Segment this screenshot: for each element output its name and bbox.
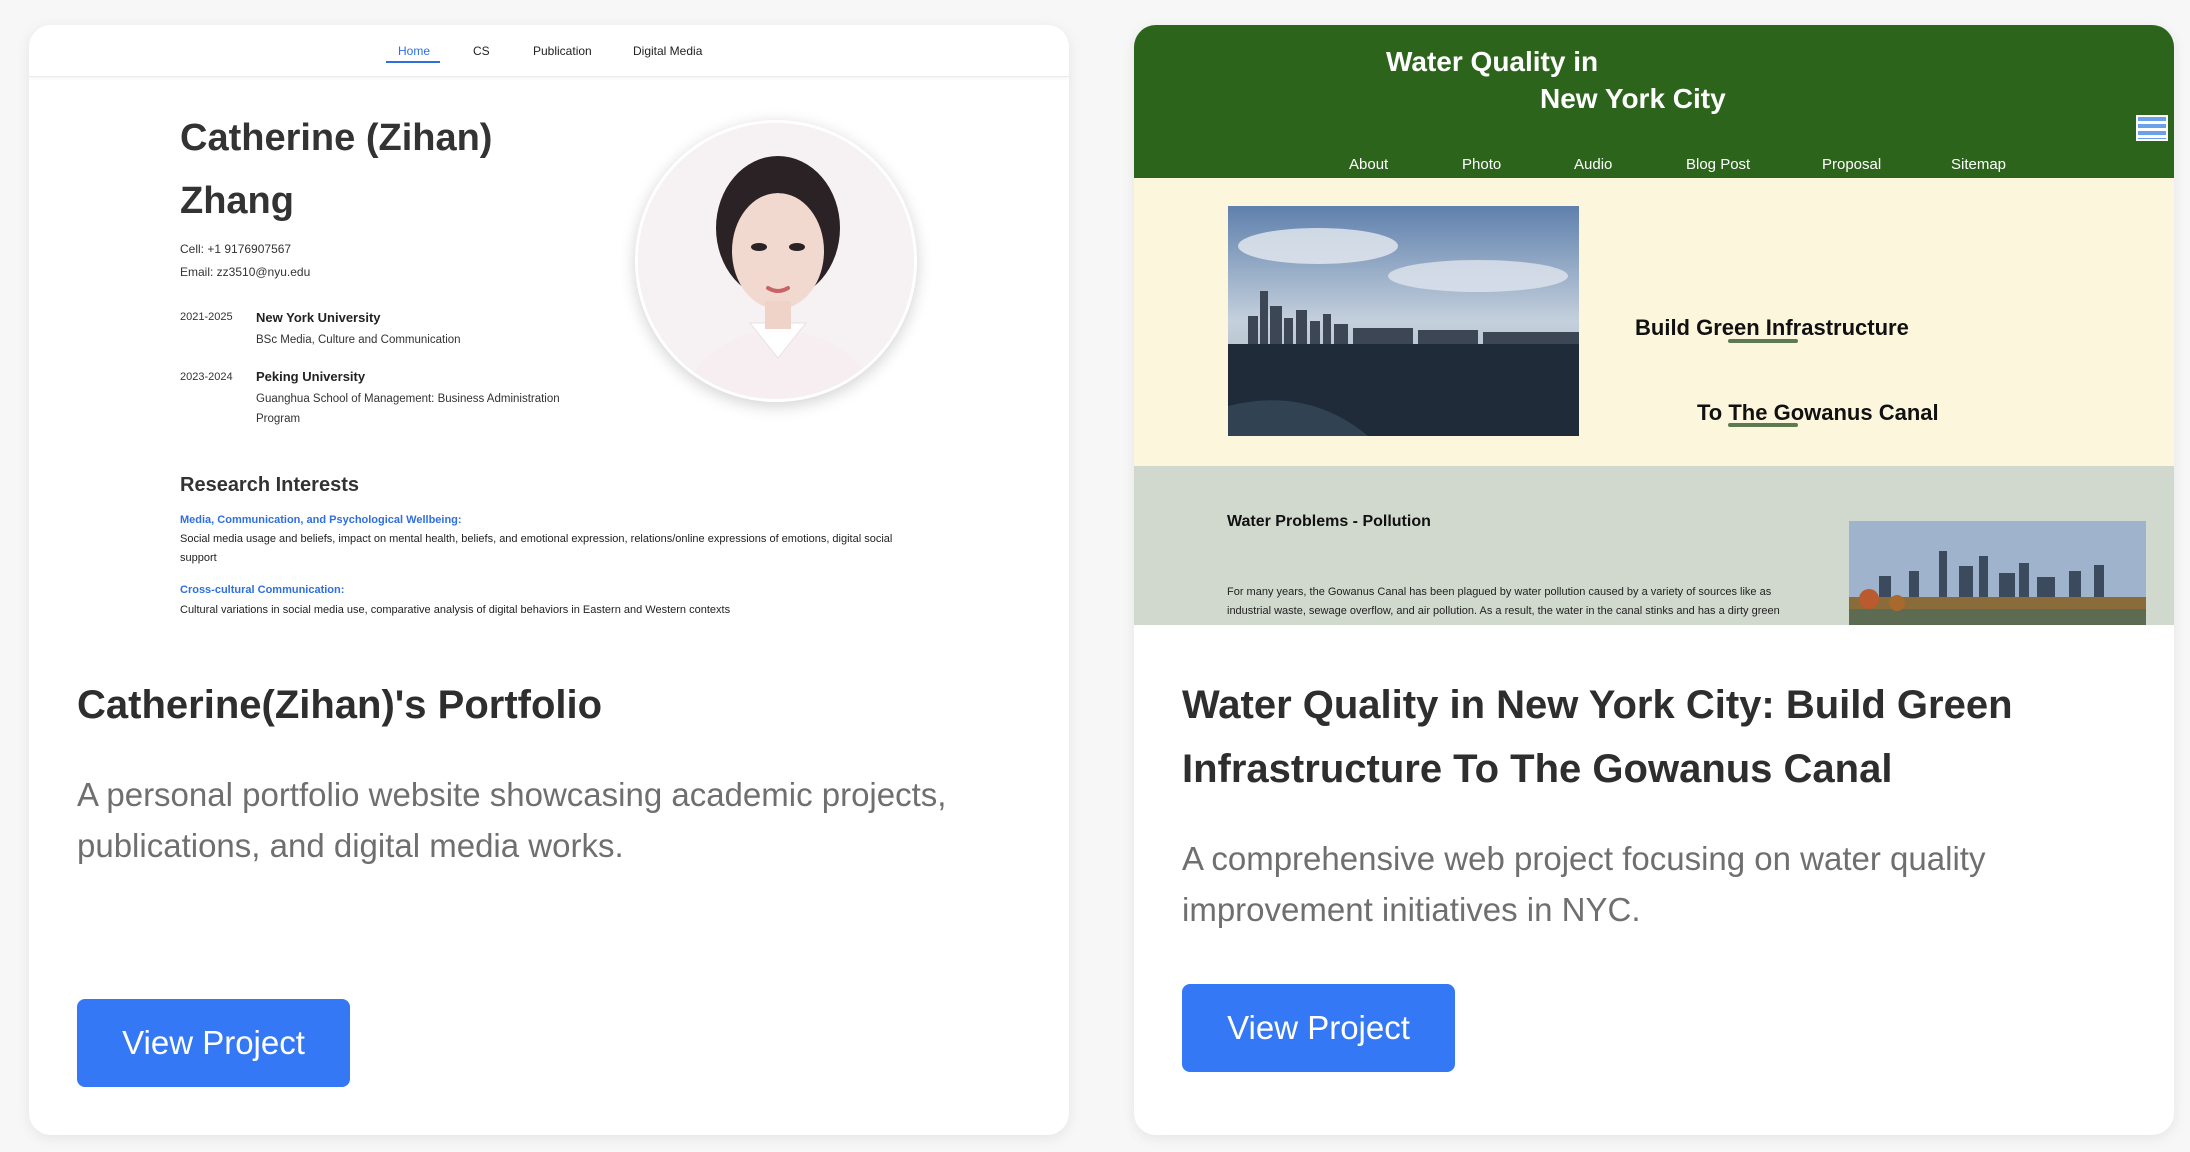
water-quality-preview-image: Water Quality in New York City About Pho… xyxy=(1134,25,2174,625)
hamburger-menu-icon xyxy=(2136,115,2168,141)
preview-header: Water Quality in New York City About Pho… xyxy=(1134,25,2174,178)
preview-interest-text: Social media usage and beliefs, impact o… xyxy=(180,533,893,545)
preview-nav: Home CS Publication Digital Media xyxy=(29,25,1069,77)
preview-site-title-line1: Water Quality in xyxy=(1386,46,1599,77)
preview-edu-detail: BSc Media, Culture and Communication xyxy=(256,334,461,346)
preview-interest-label: Media, Communication, and Psychological … xyxy=(180,514,462,526)
preview-interest-label: Cross-cultural Communication: xyxy=(180,584,345,596)
preview-nav-digital-media: Digital Media xyxy=(633,44,703,58)
preview-pollution-text-cont: industrial waste, sewage overflow, and a… xyxy=(1227,605,1780,617)
preview-nav-home: Home xyxy=(398,44,431,58)
project-title: Catherine(Zihan)'s Portfolio xyxy=(77,683,603,727)
canal-skyline-photo xyxy=(1849,521,2146,625)
project-card-portfolio: Home CS Publication Digital Media Cather… xyxy=(29,25,1069,1135)
portfolio-preview-image: Home CS Publication Digital Media Cather… xyxy=(29,25,1069,625)
project-description: A comprehensive web project focusing on … xyxy=(1182,840,1986,928)
preview-edu-years: 2023-2024 xyxy=(180,371,233,383)
profile-photo xyxy=(635,120,917,402)
view-project-button[interactable]: View Project xyxy=(77,999,350,1087)
preview-interest-text-cont: support xyxy=(180,552,217,564)
preview-nav-about: About xyxy=(1349,156,1389,173)
preview-edu-school: Peking University xyxy=(256,369,366,384)
preview-hero-heading-line1: Build Green Infrastructure xyxy=(1635,315,1909,340)
preview-edu-years: 2021-2025 xyxy=(180,311,233,323)
preview-nav-audio: Audio xyxy=(1574,156,1613,173)
hero-underline-2 xyxy=(1728,423,1798,427)
preview-nav-photo: Photo xyxy=(1462,156,1502,173)
hero-underline-1 xyxy=(1728,339,1798,343)
project-card-water-quality: Water Quality in New York City About Pho… xyxy=(1134,25,2174,1135)
preview-interest-text: Cultural variations in social media use,… xyxy=(180,604,731,616)
preview-pollution-text: For many years, the Gowanus Canal has be… xyxy=(1227,586,1772,598)
preview-nav-publication: Publication xyxy=(533,44,592,58)
preview-site-title-line2: New York City xyxy=(1540,83,1726,114)
preview-nav-blog-post: Blog Post xyxy=(1686,156,1751,173)
preview-nav-sitemap: Sitemap xyxy=(1951,156,2007,173)
project-title-line1: Water Quality in New York City: Build Gr… xyxy=(1182,683,2013,727)
preview-nav-cs: CS xyxy=(473,44,490,58)
preview-cell: Cell: +1 9176907567 xyxy=(180,242,292,256)
preview-nav-active-indicator xyxy=(386,61,440,63)
project-description: A personal portfolio website showcasing … xyxy=(77,776,947,864)
preview-nav-proposal: Proposal xyxy=(1822,156,1882,173)
preview-edu-detail-cont: Program xyxy=(256,413,301,425)
preview-research-heading: Research Interests xyxy=(180,474,359,496)
project-title-line2: Infrastructure To The Gowanus Canal xyxy=(1182,747,1893,791)
preview-pollution-heading: Water Problems - Pollution xyxy=(1227,513,1431,530)
preview-email: Email: zz3510@nyu.edu xyxy=(180,265,311,279)
view-project-button[interactable]: View Project xyxy=(1182,984,1455,1072)
preview-edu-detail: Guanghua School of Management: Business … xyxy=(256,393,560,405)
preview-name-line2: Zhang xyxy=(180,180,294,222)
preview-name-line1: Catherine (Zihan) xyxy=(180,117,493,159)
preview-edu-school: New York University xyxy=(256,310,381,325)
skyline-photo xyxy=(1228,206,1579,436)
profile-portrait-illustration xyxy=(638,123,914,399)
